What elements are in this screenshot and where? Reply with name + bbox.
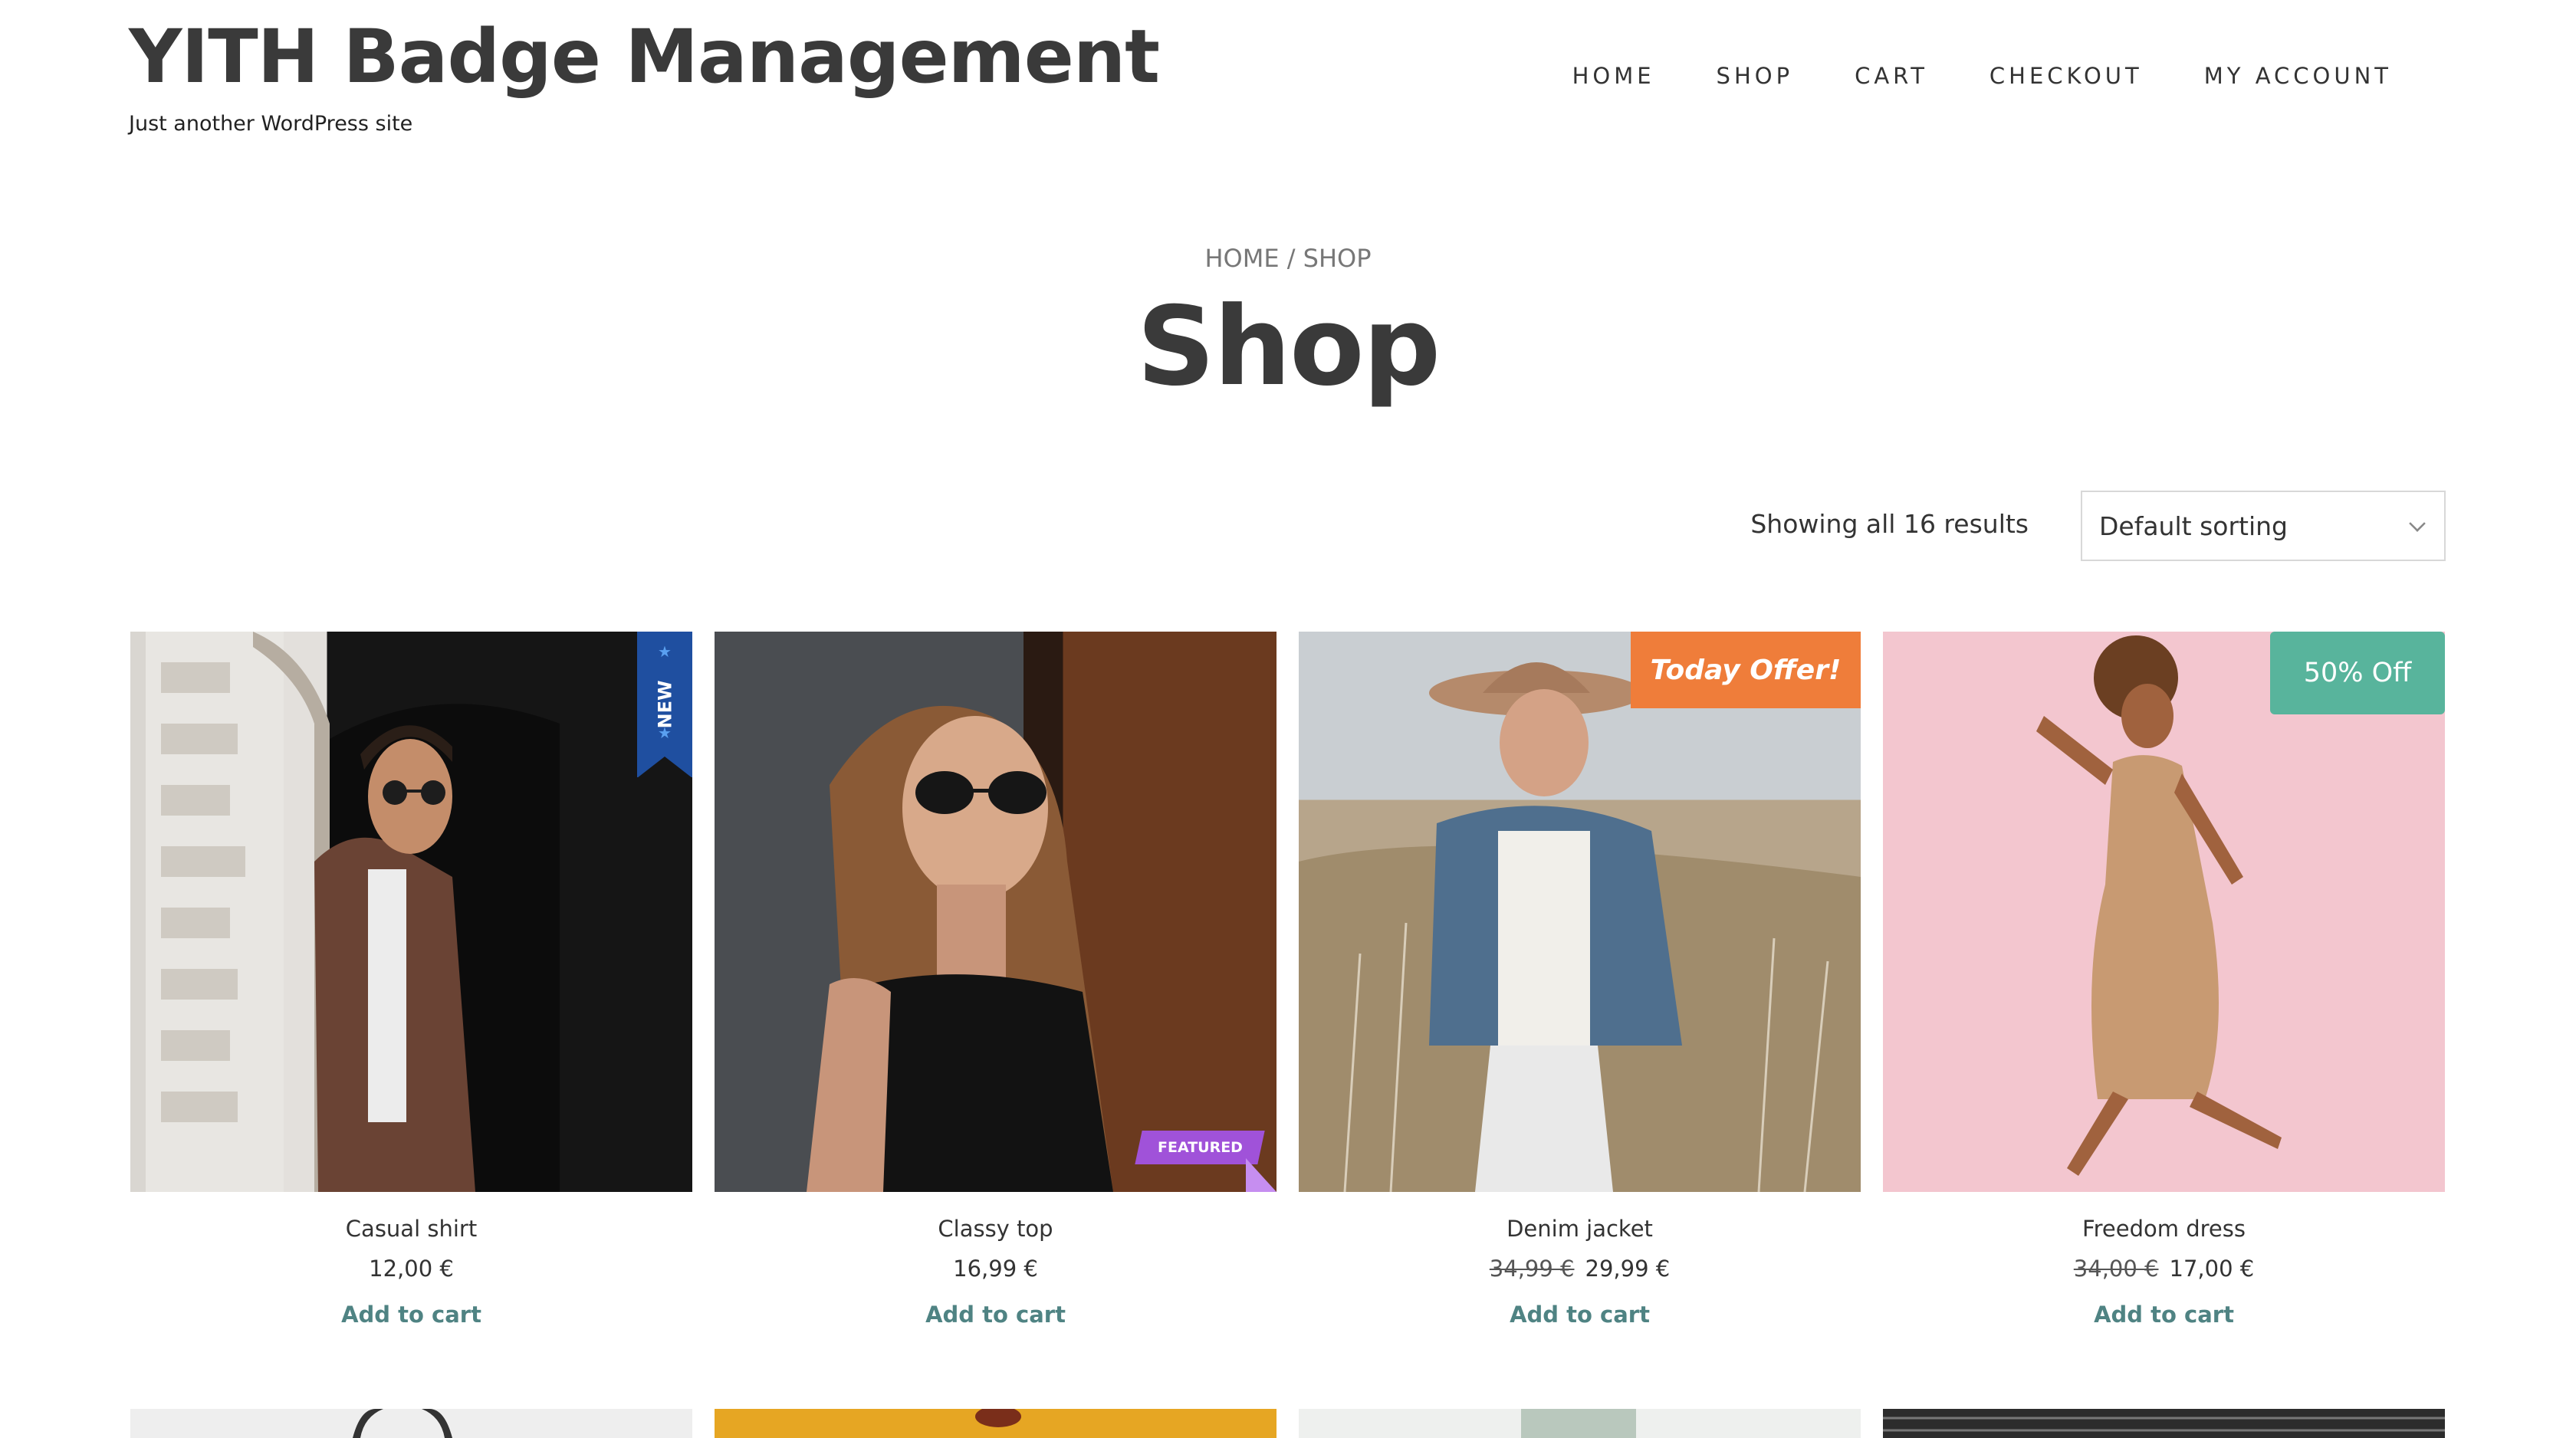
product-price: 34,99 € 29,99 € — [1299, 1256, 1861, 1282]
product-name[interactable]: Classy top — [715, 1216, 1276, 1242]
product-image-next-row[interactable] — [130, 1409, 692, 1438]
sort-select[interactable]: Default sorting — [2081, 491, 2446, 561]
add-to-cart-button[interactable]: Add to cart — [1299, 1302, 1861, 1328]
product-card-classy-top: FEATURED Classy top 16,99 € Add to cart — [715, 632, 1276, 1328]
site-header: YITH Badge Management Just another WordP… — [0, 0, 2576, 153]
product-photo-woman-dress — [2036, 635, 2282, 1176]
product-name[interactable]: Casual shirt — [130, 1216, 692, 1242]
nav-item-home[interactable]: HOME — [1572, 63, 1655, 89]
site-title[interactable]: YITH Badge Management — [129, 14, 1160, 100]
nav-item-shop[interactable]: SHOP — [1717, 63, 1794, 89]
add-to-cart-button[interactable]: Add to cart — [1883, 1302, 2445, 1328]
badge-percent-off: 50% Off — [2270, 632, 2445, 714]
star-icon: ★ — [658, 725, 672, 742]
badge-featured-label: FEATURED — [1157, 1139, 1243, 1156]
badge-today-offer: Today Offer! — [1631, 632, 1861, 708]
product-photo-partial — [975, 1409, 1021, 1427]
add-to-cart-button[interactable]: Add to cart — [130, 1302, 692, 1328]
chevron-down-icon — [2409, 515, 2426, 532]
product-image[interactable]: FEATURED — [715, 632, 1276, 1192]
site-tagline: Just another WordPress site — [129, 112, 413, 136]
breadcrumb-home[interactable]: HOME — [1204, 244, 1279, 273]
badge-new: ★ NEW ★ — [637, 632, 692, 778]
product-card-casual-shirt: ★ NEW ★ Casual shirt 12,00 € Add to cart — [130, 632, 692, 1328]
current-price: 16,99 € — [953, 1256, 1038, 1282]
product-image[interactable]: ★ NEW ★ — [130, 632, 692, 1192]
product-price: 12,00 € — [130, 1256, 692, 1282]
nav-item-my-account[interactable]: MY ACCOUNT — [2204, 63, 2392, 89]
main-nav: HOME SHOP CART CHECKOUT MY ACCOUNT — [1511, 63, 2392, 89]
product-photo-partial — [1883, 1417, 2445, 1432]
badge-offer-label: Today Offer! — [1650, 654, 1842, 686]
old-price: 34,00 € — [2073, 1256, 2159, 1282]
product-card-denim-jacket: Today Offer! Denim jacket 34,99 € 29,99 €… — [1299, 632, 1861, 1328]
product-image-next-row[interactable] — [1299, 1409, 1861, 1438]
page-title: Shop — [1136, 284, 1441, 410]
product-photo-partial — [353, 1409, 452, 1438]
badge-new-label: NEW — [653, 680, 675, 729]
product-image[interactable]: Today Offer! — [1299, 632, 1861, 1192]
breadcrumb-separator: / — [1279, 244, 1303, 273]
badge-featured: FEATURED — [1135, 1123, 1276, 1192]
product-photo-partial — [1521, 1409, 1636, 1438]
badge-off-label: 50% Off — [2303, 658, 2412, 688]
product-name[interactable]: Freedom dress — [1883, 1216, 2445, 1242]
add-to-cart-button[interactable]: Add to cart — [715, 1302, 1276, 1328]
current-price: 12,00 € — [369, 1256, 454, 1282]
current-price: 29,99 € — [1585, 1256, 1671, 1282]
old-price: 34,99 € — [1489, 1256, 1575, 1282]
product-image-next-row[interactable] — [715, 1409, 1276, 1438]
product-photo-woman-sunglasses — [807, 705, 1113, 1192]
product-photo-woman-hat — [1299, 662, 1861, 1192]
nav-item-cart[interactable]: CART — [1855, 63, 1928, 89]
current-price: 17,00 € — [2169, 1256, 2255, 1282]
sort-select-value: Default sorting — [2099, 511, 2288, 541]
star-icon: ★ — [658, 644, 672, 661]
breadcrumb-current: SHOP — [1303, 244, 1372, 273]
nav-item-checkout[interactable]: CHECKOUT — [1990, 63, 2143, 89]
product-name[interactable]: Denim jacket — [1299, 1216, 1861, 1242]
breadcrumb: HOME / SHOP — [0, 244, 2576, 273]
product-price: 16,99 € — [715, 1256, 1276, 1282]
product-card-freedom-dress: 50% Off Freedom dress 34,00 € 17,00 € Add… — [1883, 632, 2445, 1328]
product-image-next-row[interactable] — [1883, 1409, 2445, 1438]
product-photo-man — [146, 632, 560, 1192]
product-price: 34,00 € 17,00 € — [1883, 1256, 2445, 1282]
result-count: Showing all 16 results — [1750, 509, 2029, 539]
product-image[interactable]: 50% Off — [1883, 632, 2445, 1192]
